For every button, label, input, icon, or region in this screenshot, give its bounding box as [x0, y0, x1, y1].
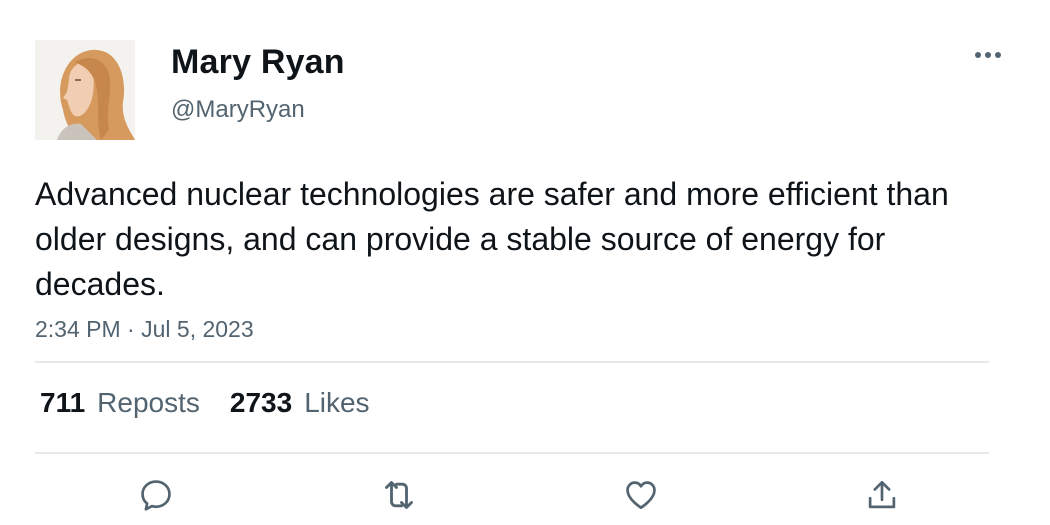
tweet-card: Mary Ryan @MaryRyan Advanced nuclear tec…: [0, 0, 1050, 525]
reply-button[interactable]: [136, 475, 176, 515]
repost-button[interactable]: [379, 475, 419, 515]
avatar[interactable]: [35, 40, 135, 140]
more-horizontal-icon: [975, 52, 1001, 58]
avatar-photo: [35, 40, 135, 140]
likes-count: 2733: [229, 387, 293, 418]
share-button[interactable]: [862, 475, 902, 515]
reposts-stat[interactable]: 711 Reposts: [40, 387, 200, 419]
tweet-timestamp[interactable]: 2:34 PM · Jul 5, 2023: [35, 316, 254, 343]
heart-icon: [626, 481, 656, 510]
tweet-time: 2:34 PM: [35, 316, 121, 342]
author-display-name[interactable]: Mary Ryan: [171, 43, 345, 82]
more-options-button[interactable]: [968, 40, 1008, 70]
tweet-text: Advanced nuclear technologies are safer …: [35, 176, 949, 302]
tweet-date: Jul 5, 2023: [141, 316, 254, 342]
reply-icon: [141, 480, 171, 511]
repost-icon: [385, 481, 413, 509]
divider: [35, 361, 989, 363]
reposts-count: 711: [40, 387, 86, 418]
tweet-stats: 711 Reposts 2733 Likes: [40, 387, 400, 419]
timestamp-separator: ·: [120, 316, 142, 342]
share-icon: [868, 480, 896, 509]
likes-label: Likes: [304, 387, 370, 418]
like-button[interactable]: [621, 475, 661, 515]
divider: [35, 452, 989, 454]
likes-stat[interactable]: 2733 Likes: [230, 387, 370, 419]
reposts-label: Reposts: [97, 387, 200, 418]
author-handle[interactable]: @MaryRyan: [171, 96, 305, 124]
